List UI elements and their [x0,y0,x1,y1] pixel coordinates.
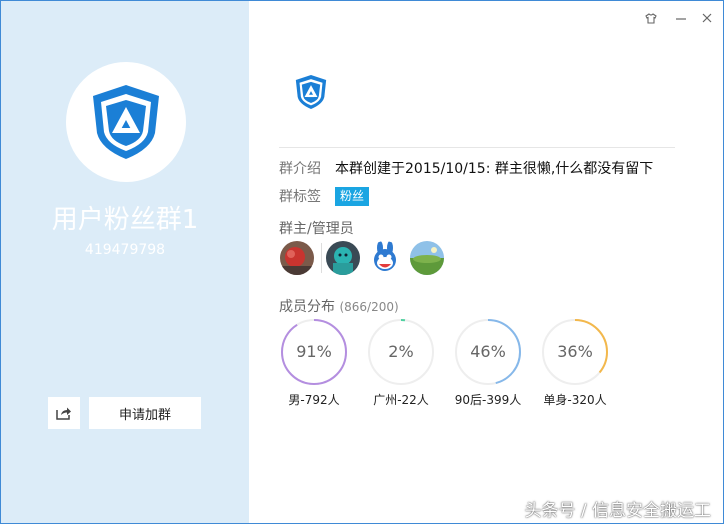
share-icon [56,407,71,420]
members-label-text: 成员分布 [279,299,335,315]
close-button[interactable] [698,9,716,27]
ring-caption: 90后-399人 [454,393,522,407]
intro-text: 本群创建于2015/10/15: 群主很懒,什么都没有留下 [335,161,654,177]
shield-logo-icon [93,85,159,159]
distribution-ring-1: 91% [279,317,349,387]
admin-avatar-2[interactable] [326,241,360,275]
ring-caption: 广州-22人 [373,393,429,407]
group-id: 419479798 [84,242,166,258]
distribution-ring-4: 36% [540,317,610,387]
group-profile-window: 用户粉丝群1 419479798 申请加群 群介绍 本群创建于2015/10/1… [0,0,724,524]
divider [279,147,675,148]
admin-avatar-4[interactable] [410,241,444,275]
minimize-button[interactable] [672,9,690,27]
profile-panel: 用户粉丝群1 419479798 申请加群 [1,1,249,523]
members-label: 成员分布 (866/200) [279,296,399,316]
ring-percent: 36% [557,342,593,361]
tags-label: 群标签 [279,189,321,205]
watermark: 头条号 / 信息安全搬运工 [524,501,711,521]
ring-caption: 男-792人 [288,393,340,407]
ring-percent: 46% [470,342,506,361]
minimize-icon [676,18,686,20]
admin-separator [321,243,322,273]
group-tag[interactable]: 粉丝 [335,187,370,206]
ring-percent: 2% [388,342,414,361]
group-logo [294,73,328,115]
members-count: (866/200) [339,300,399,314]
admin-avatar-1[interactable] [280,241,314,275]
skin-icon [645,12,657,24]
close-icon [702,13,712,23]
ring-caption: 单身-320人 [543,393,607,407]
group-avatar[interactable] [66,62,186,182]
admins-label: 群主/管理员 [279,221,354,237]
shield-logo-icon [295,75,327,109]
ring-percent: 91% [296,342,332,361]
share-button[interactable] [48,397,80,429]
join-group-button[interactable]: 申请加群 [89,397,201,429]
group-name: 用户粉丝群1 [51,205,199,235]
distribution-ring-2: 2% [366,317,436,387]
admin-avatar-3[interactable] [368,241,402,275]
intro-label: 群介绍 [279,161,321,177]
skin-button[interactable] [642,9,660,27]
distribution-ring-3: 46% [453,317,523,387]
